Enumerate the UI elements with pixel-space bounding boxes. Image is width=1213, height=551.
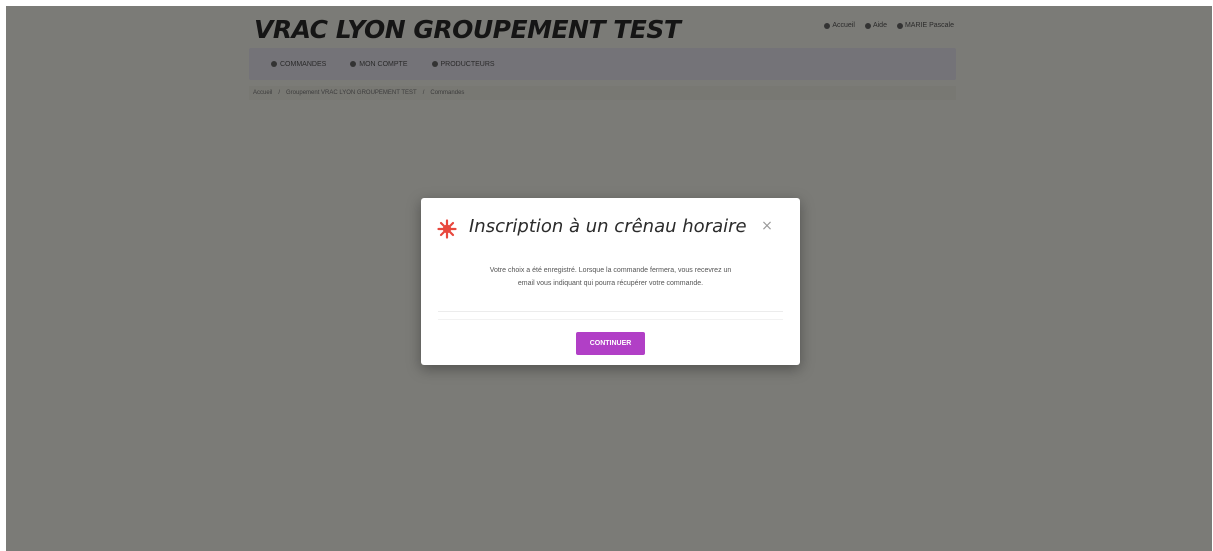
starburst-icon — [437, 219, 457, 239]
modal-divider — [438, 311, 783, 312]
modal-title: Inscription à un crênau horaire — [469, 216, 747, 237]
page-background: VRAC LYON GROUPEMENT TEST Accueil Aide M… — [6, 6, 1212, 551]
modal-message: Votre choix a été enregistré. Lorsque la… — [441, 264, 780, 290]
modal-divider — [438, 319, 783, 320]
modal-message-line-2: email vous indiquant qui pourra récupére… — [517, 280, 704, 287]
time-slot-modal: Inscription à un crênau horaire × Votre … — [421, 198, 800, 365]
modal-message-line-1: Votre choix a été enregistré. Lorsque la… — [489, 267, 732, 274]
close-button[interactable]: × — [759, 218, 775, 234]
continue-button[interactable]: CONTINUER — [576, 332, 645, 355]
